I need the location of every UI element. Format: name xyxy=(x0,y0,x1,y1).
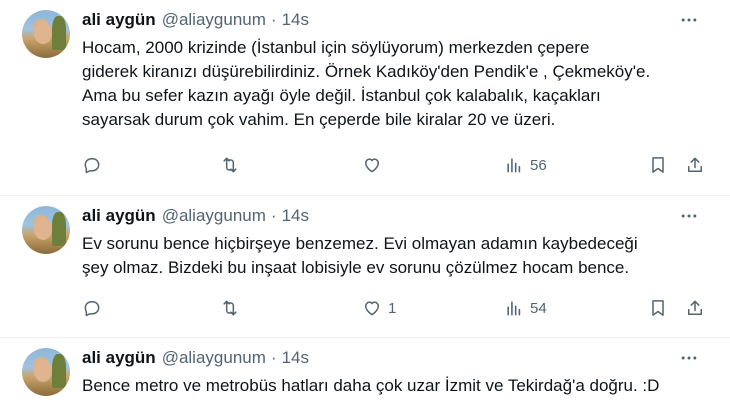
tweet-time[interactable]: 14s xyxy=(282,206,309,226)
share-button[interactable] xyxy=(685,153,705,177)
author-handle[interactable]: @aliaygunum xyxy=(162,348,266,368)
tweet[interactable]: ali aygün @aliaygunum · 14s Ev sorunu be… xyxy=(0,196,730,338)
tweet-text-line: Bence metro ve metrobüs hatları daha çok… xyxy=(82,376,660,395)
analytics-bars-icon xyxy=(507,301,521,316)
tweet-text: Hocam, 2000 krizinde (İstanbul için söyl… xyxy=(82,36,710,132)
tweet[interactable]: ali aygün @aliaygunum · 14s Hocam, 2000 … xyxy=(0,0,730,196)
tweet-text-line: Ev sorunu bence hiçbirşeye benzemez. Evi… xyxy=(82,234,638,253)
like-button[interactable]: 1 xyxy=(362,296,396,320)
author-name[interactable]: ali aygün xyxy=(82,10,156,30)
tweet-actions: 56 xyxy=(82,153,702,177)
share-button[interactable] xyxy=(685,296,705,320)
tweet-header: ali aygün @aliaygunum · 14s xyxy=(82,346,710,370)
tweet-text-line: Hocam, 2000 krizinde (İstanbul için söyl… xyxy=(82,38,590,57)
separator-dot: · xyxy=(270,10,277,29)
more-horizontal-icon[interactable] xyxy=(676,206,702,226)
share-upload-icon xyxy=(688,157,702,172)
tweet-text-line: Ama bu sefer kazın ayağı öyle değil. İst… xyxy=(82,86,601,105)
tweet-text-line: sayarsak durum çok vahim. En çeperde bil… xyxy=(82,110,556,129)
tweet-header: ali aygün @aliaygunum · 14s xyxy=(82,204,710,228)
view-count: 54 xyxy=(530,299,547,317)
tweet-time[interactable]: 14s xyxy=(282,10,309,30)
tweet-time[interactable]: 14s xyxy=(282,348,309,368)
retweet-icon xyxy=(223,300,237,316)
author-handle[interactable]: @aliaygunum xyxy=(162,206,266,226)
tweet[interactable]: ali aygün @aliaygunum · 14s Bence metro … xyxy=(0,338,730,420)
reply-bubble-icon xyxy=(84,301,100,317)
reply-bubble-icon xyxy=(84,158,100,174)
bookmark-button[interactable] xyxy=(648,296,668,320)
author-name[interactable]: ali aygün xyxy=(82,206,156,226)
author-handle[interactable]: @aliaygunum xyxy=(162,10,266,30)
more-horizontal-icon[interactable] xyxy=(676,348,702,368)
tweet-content: ali aygün @aliaygunum · 14s Hocam, 2000 … xyxy=(82,8,710,132)
avatar[interactable] xyxy=(22,10,70,58)
reply-button[interactable] xyxy=(82,296,102,320)
bookmark-icon xyxy=(652,157,664,173)
avatar[interactable] xyxy=(22,348,70,396)
retweet-icon xyxy=(223,157,237,173)
separator-dot: · xyxy=(270,348,277,367)
tweet-feed: ali aygün @aliaygunum · 14s Hocam, 2000 … xyxy=(0,0,730,420)
tweet-text-line: şey olmaz. Bizdeki bu inşaat lobisiyle e… xyxy=(82,258,630,277)
avatar[interactable] xyxy=(22,206,70,254)
views-button[interactable]: 54 xyxy=(504,296,547,320)
tweet-header: ali aygün @aliaygunum · 14s xyxy=(82,8,710,32)
retweet-button[interactable] xyxy=(220,296,240,320)
bookmark-button[interactable] xyxy=(648,153,668,177)
tweet-content: ali aygün @aliaygunum · 14s Ev sorunu be… xyxy=(82,204,710,280)
tweet-text: Bence metro ve metrobüs hatları daha çok… xyxy=(82,374,710,398)
tweet-text: Ev sorunu bence hiçbirşeye benzemez. Evi… xyxy=(82,232,710,280)
tweet-text-line: giderek kiranızı düşürebilirdiniz. Örnek… xyxy=(82,62,651,81)
author-name[interactable]: ali aygün xyxy=(82,348,156,368)
like-button[interactable] xyxy=(362,153,388,177)
heart-icon xyxy=(365,158,379,173)
view-count: 56 xyxy=(530,156,547,174)
analytics-bars-icon xyxy=(507,158,521,173)
more-horizontal-icon[interactable] xyxy=(676,10,702,30)
bookmark-icon xyxy=(652,300,664,316)
tweet-actions: 1 54 xyxy=(82,296,702,320)
tweet-content: ali aygün @aliaygunum · 14s Bence metro … xyxy=(82,346,710,398)
views-button[interactable]: 56 xyxy=(504,153,547,177)
heart-icon xyxy=(365,301,379,316)
like-count: 1 xyxy=(388,299,397,317)
retweet-button[interactable] xyxy=(220,153,240,177)
reply-button[interactable] xyxy=(82,153,102,177)
share-upload-icon xyxy=(688,300,702,315)
separator-dot: · xyxy=(270,206,277,225)
